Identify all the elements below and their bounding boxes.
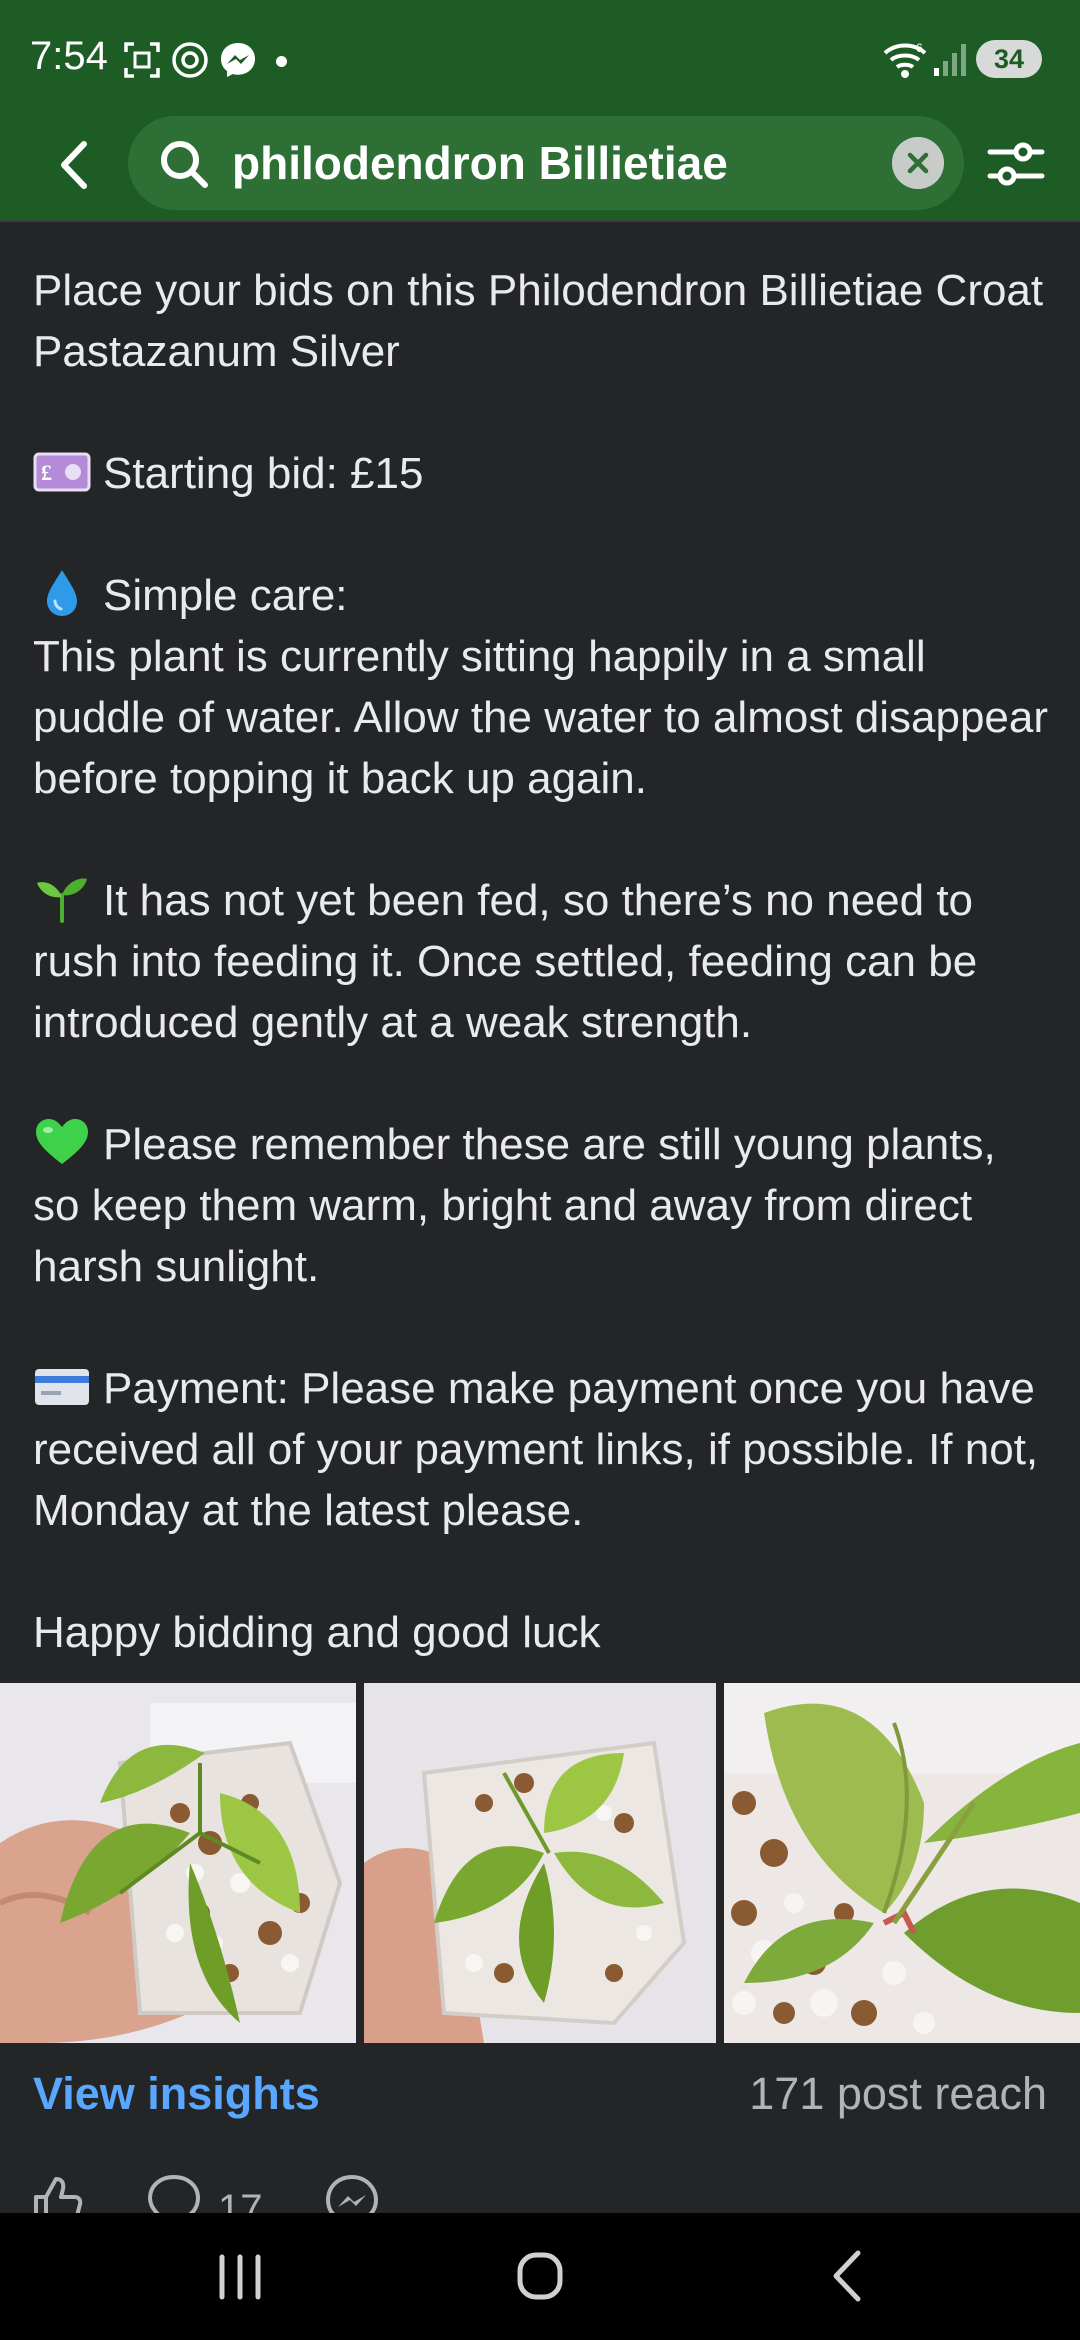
pound-banknote-icon: £ [33, 452, 91, 492]
home-icon[interactable] [500, 2241, 580, 2311]
search-icon [161, 141, 208, 188]
battery-indicator: 34 [976, 40, 1042, 78]
back-arrow-icon[interactable] [40, 130, 110, 200]
search-box[interactable] [128, 116, 964, 210]
back-nav-icon[interactable] [808, 2241, 888, 2311]
search-header [0, 110, 1080, 222]
care-heading: Simple care: [103, 571, 348, 620]
care-text: This plant is currently sitting happily … [33, 632, 1049, 803]
wifi-icon: 6 [883, 41, 927, 78]
comment-icon[interactable] [146, 2173, 202, 2213]
clear-icon[interactable] [892, 137, 944, 189]
plant-photo-2[interactable] [364, 1683, 716, 2043]
messenger-icon [221, 43, 255, 77]
system-nav-bar [0, 2213, 1080, 2340]
young-plants-line: Please remember these are still young pl… [33, 1114, 1053, 1297]
signal-icon [934, 44, 966, 76]
starting-bid: Starting bid: £15 [103, 449, 424, 498]
search-input[interactable] [232, 132, 872, 194]
screenshot-icon [124, 42, 160, 78]
post-text: Place your bids on this Philodendron Bil… [33, 260, 1053, 1663]
starting-bid-line: £ Starting bid: £15 [33, 443, 1053, 504]
feeding-line: It has not yet been fed, so there’s no n… [33, 870, 1053, 1053]
filter-sliders-icon[interactable] [986, 134, 1046, 194]
green-heart-icon [36, 1119, 88, 1164]
status-bar: 7:54 6 34 [0, 0, 1080, 110]
like-icon[interactable] [30, 2173, 86, 2213]
view-insights-link[interactable]: View insights [33, 2068, 320, 2120]
water-droplet-icon [47, 570, 77, 616]
status-time: 7:54 [30, 34, 108, 78]
payment-text: Payment: Please make payment once you ha… [33, 1364, 1039, 1535]
recent-apps-icon[interactable] [200, 2241, 280, 2311]
care-heading-line: Simple care: [33, 565, 1053, 626]
closing-text: Happy bidding and good luck [33, 1608, 601, 1657]
plant-photo-1[interactable] [0, 1683, 356, 2043]
credit-card-icon [35, 1369, 89, 1405]
young-plants-text: Please remember these are still young pl… [33, 1120, 996, 1291]
comment-count: 17 [218, 2187, 263, 2213]
feeding-text: It has not yet been fed, so there’s no n… [33, 876, 978, 1047]
post-title: Place your bids on this Philodendron Bil… [33, 266, 1044, 376]
plant-photo-3[interactable] [724, 1683, 1080, 2043]
seedling-icon [37, 878, 87, 923]
threads-icon [172, 42, 208, 78]
svg-text:6: 6 [916, 41, 923, 55]
svg-text:£: £ [41, 460, 52, 485]
messenger-share-icon[interactable] [324, 2173, 380, 2213]
payment-line: Payment: Please make payment once you ha… [33, 1358, 1053, 1541]
notification-dot [276, 56, 287, 67]
post-reach: 171 post reach [749, 2068, 1047, 2119]
photo-gallery [0, 1683, 1080, 2043]
post-actions: 17 [0, 2165, 1080, 2213]
